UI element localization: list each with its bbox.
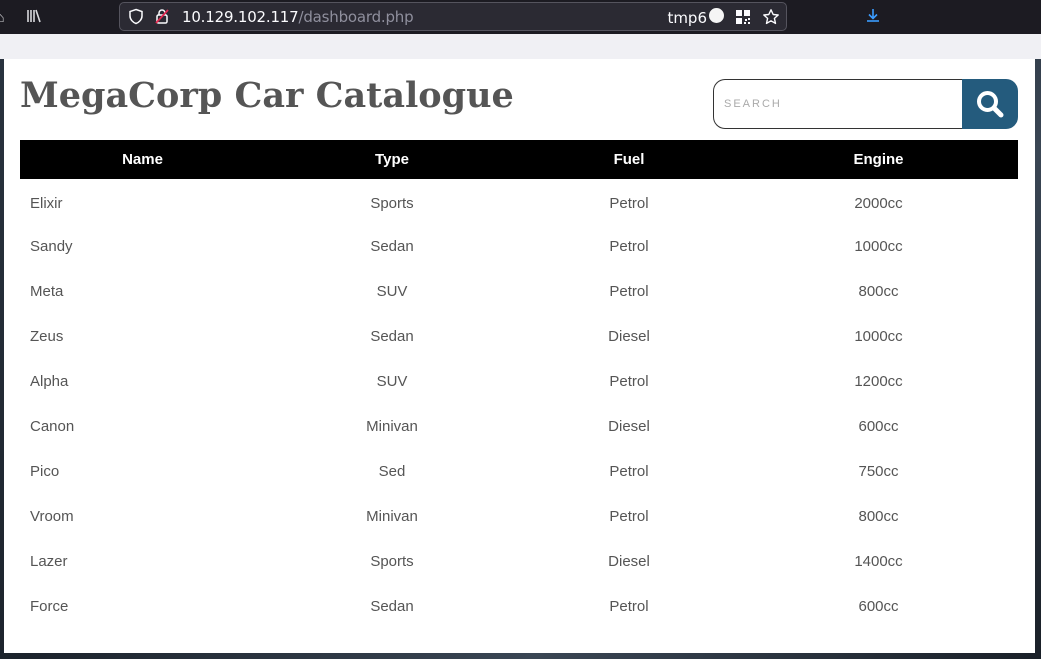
cell-engine: 800cc [858,283,899,300]
cell-name: Elixir [30,194,63,212]
table-row: Meta SUV Petrol 800cc [20,269,1018,314]
page-title: MegaCorp Car Catalogue [20,75,514,116]
cell-name: Alpha [30,373,69,390]
cell-fuel: Petrol [609,598,649,615]
cell-fuel: Petrol [609,194,649,212]
cell-fuel: Diesel [608,418,650,435]
url-text[interactable]: 10.129.102.117/dashboard.php [182,8,414,26]
column-header-fuel[interactable]: Fuel [519,140,739,179]
cell-type: Sedan [370,328,414,345]
catalogue-card: MegaCorp Car Catalogue Name Type Fuel En… [4,59,1035,653]
cell-engine: 750cc [858,463,899,480]
search-icon [977,91,1004,118]
cell-name: Pico [30,463,60,480]
cell-name: Meta [30,283,64,300]
cell-type: SUV [376,373,408,390]
table-header-row: Name Type Fuel Engine [20,140,1018,179]
search-input[interactable] [713,79,969,129]
qr-code-icon[interactable] [734,8,752,26]
table-row: Vroom Minivan Petrol 800cc [20,494,1018,539]
table-row: Alpha SUV Petrol 1200cc [20,359,1018,404]
container-name: tmp6 [667,8,707,27]
cell-engine: 1000cc [854,238,903,255]
url-path: /dashboard.php [298,8,414,26]
cell-fuel: Petrol [609,373,649,390]
cell-name: Zeus [30,328,64,345]
cell-name: Force [30,598,69,615]
table-row: Force Sedan Petrol 600cc [20,584,1018,629]
cell-type: Minivan [366,418,418,435]
table-row: Lazer Sports Diesel 1400cc [20,539,1018,584]
cell-name: Sandy [30,238,73,255]
cell-name: Vroom [30,508,74,525]
home-icon[interactable]: ⌂ [0,8,4,26]
cell-fuel: Diesel [608,553,650,570]
cell-fuel: Petrol [609,508,649,525]
bookmark-star-icon[interactable] [762,8,780,26]
cell-type: Sedan [370,598,414,615]
cell-fuel: Petrol [609,238,649,255]
search-box [713,79,1018,129]
shield-icon[interactable] [128,8,144,25]
cell-engine: 600cc [858,598,899,615]
cell-name: Canon [30,418,75,435]
column-header-name[interactable]: Name [20,140,265,179]
cell-type: Sed [378,463,406,480]
cell-type: Sports [370,553,414,570]
container-label[interactable]: tmp6 [667,7,724,27]
insecure-lock-icon[interactable] [154,8,170,25]
table-row: Elixir Sports Petrol 2000cc [20,179,1018,224]
cell-fuel: Petrol [609,463,649,480]
cell-engine: 1200cc [854,373,903,390]
cell-engine: 1400cc [854,553,903,570]
column-header-engine[interactable]: Engine [739,140,1018,179]
library-icon[interactable] [26,8,42,28]
cell-engine: 800cc [858,508,899,525]
container-dot-icon [709,7,724,23]
table-row: Pico Sed Petrol 750cc [20,449,1018,494]
cell-type: Sports [370,194,414,212]
page-top-strip [0,34,1041,59]
car-catalogue-table: Name Type Fuel Engine Elixir Sports Petr… [20,140,1018,629]
column-header-type[interactable]: Type [265,140,519,179]
cell-engine: 2000cc [854,194,903,212]
table-row: Zeus Sedan Diesel 1000cc [20,314,1018,359]
cell-engine: 600cc [858,418,899,435]
table-row: Canon Minivan Diesel 600cc [20,404,1018,449]
table-row: Sandy Sedan Petrol 1000cc [20,224,1018,269]
cell-engine: 1000cc [854,328,903,345]
cell-name: Lazer [30,553,68,570]
cell-type: Minivan [366,508,418,525]
search-button[interactable] [962,79,1018,129]
url-bar[interactable]: 10.129.102.117/dashboard.php tmp6 [119,2,787,31]
cell-fuel: Petrol [609,283,649,300]
cell-fuel: Diesel [608,328,650,345]
url-host: 10.129.102.117 [182,8,299,26]
cell-type: Sedan [370,238,414,255]
cell-type: SUV [376,283,408,300]
download-icon[interactable] [864,7,882,25]
browser-toolbar: ⌂ 10.129.102.117/dashboard.php tmp6 [0,0,1041,34]
